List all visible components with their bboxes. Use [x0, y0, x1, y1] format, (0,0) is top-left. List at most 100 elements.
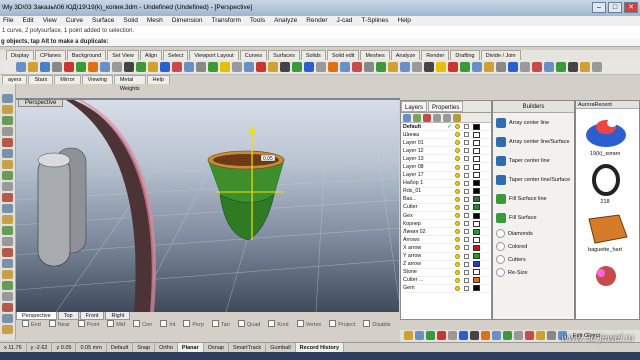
toolbar-tool-icon[interactable] — [508, 62, 518, 72]
layer-color-swatch[interactable] — [473, 204, 480, 211]
toolbar-tool-icon[interactable] — [376, 62, 386, 72]
lock-icon[interactable] — [464, 140, 469, 146]
toolbar-tool-icon[interactable] — [220, 62, 230, 72]
visibility-bulb-icon[interactable] — [455, 204, 460, 210]
toolbar-tool-icon[interactable] — [148, 62, 158, 72]
new-layer-icon[interactable] — [403, 114, 411, 122]
toolbox-tool-icon[interactable] — [2, 303, 13, 312]
toolbar-tool-icon[interactable] — [400, 62, 410, 72]
layer-color-swatch[interactable] — [473, 131, 480, 138]
toolbox-tool-icon[interactable] — [2, 182, 13, 191]
lock-icon[interactable] — [464, 188, 469, 194]
command-prompt[interactable]: g objects, tap Alt to make a duplicate: — [0, 38, 640, 47]
layer-color-swatch[interactable] — [473, 269, 480, 276]
osnap-point[interactable]: Point — [78, 320, 100, 330]
toolbar-tool-icon[interactable] — [40, 62, 50, 72]
toolbox-tool-icon[interactable] — [2, 292, 13, 301]
layer-color-swatch[interactable] — [473, 220, 480, 227]
bottom-tool-icon[interactable] — [437, 331, 446, 340]
visibility-bulb-icon[interactable] — [455, 148, 460, 154]
left-tab[interactable]: Mirror — [54, 75, 81, 84]
toolbar-tab[interactable]: Curves — [239, 50, 268, 60]
toolbar-tool-icon[interactable] — [532, 62, 542, 72]
toolbar-tool-icon[interactable] — [568, 62, 578, 72]
layer-color-swatch[interactable] — [473, 261, 480, 268]
visibility-bulb-icon[interactable] — [455, 237, 460, 243]
move-up-icon[interactable] — [433, 114, 441, 122]
toolbar-tab[interactable]: Background — [66, 50, 107, 60]
toolbar-tool-icon[interactable] — [424, 62, 434, 72]
menu-item-t-splines[interactable]: T-Splines — [361, 16, 388, 26]
bottom-tool-icon[interactable] — [404, 331, 413, 340]
status-item[interactable]: Gumball — [266, 343, 296, 352]
toolbar-tool-icon[interactable] — [544, 62, 554, 72]
toolbar-tab[interactable]: Select — [163, 50, 189, 60]
bottom-tool-icon[interactable] — [481, 331, 490, 340]
status-item[interactable]: Planar — [177, 343, 204, 352]
builder-item[interactable]: Fill Surface — [493, 208, 574, 227]
lock-icon[interactable] — [464, 229, 469, 235]
toolbar-tool-icon[interactable] — [304, 62, 314, 72]
osnap-project[interactable]: Project — [329, 320, 355, 330]
move-down-icon[interactable] — [443, 114, 451, 122]
layer-color-swatch[interactable] — [473, 180, 480, 187]
toolbar-tool-icon[interactable] — [28, 62, 38, 72]
layer-color-swatch[interactable] — [473, 253, 480, 260]
toolbox-tool-icon[interactable] — [2, 127, 13, 136]
osnap-quad[interactable]: Quad — [238, 320, 260, 330]
toolbar-tool-icon[interactable] — [316, 62, 326, 72]
lock-icon[interactable] — [464, 180, 469, 186]
lock-icon[interactable] — [464, 164, 469, 170]
toolbox-tool-icon[interactable] — [2, 248, 13, 257]
lock-icon[interactable] — [464, 213, 469, 219]
visibility-bulb-icon[interactable] — [455, 164, 460, 170]
lock-icon[interactable] — [464, 196, 469, 202]
toolbar-tool-icon[interactable] — [292, 62, 302, 72]
toolbox-tool-icon[interactable] — [2, 325, 13, 334]
lock-icon[interactable] — [464, 156, 469, 162]
toolbar-tool-icon[interactable] — [4, 62, 14, 72]
menu-item-curve[interactable]: Curve — [66, 16, 83, 26]
osnap-cen[interactable]: Cen — [133, 320, 152, 330]
menu-item-analyze[interactable]: Analyze — [274, 16, 297, 26]
toolbox-tool-icon[interactable] — [2, 160, 13, 169]
close-button[interactable]: ✕ — [624, 2, 638, 13]
toolbar-tab[interactable]: Viewport Layout — [189, 50, 239, 60]
left-tab[interactable]: Viewing — [81, 75, 113, 84]
gem-tool-item[interactable]: Diamonds — [493, 227, 574, 240]
bottom-tool-icon[interactable] — [525, 331, 534, 340]
toolbox-tool-icon[interactable] — [2, 105, 13, 114]
toolbox-tool-icon[interactable] — [2, 149, 13, 158]
menu-item-render[interactable]: Render — [306, 16, 327, 26]
recent-thumb-chain[interactable] — [579, 161, 633, 199]
menu-item-j-cad[interactable]: J-cad — [337, 16, 353, 26]
toolbox-tool-icon[interactable] — [2, 204, 13, 213]
visibility-bulb-icon[interactable] — [455, 180, 460, 186]
toolbox-tool-icon[interactable] — [2, 193, 13, 202]
toolbar-tool-icon[interactable] — [484, 62, 494, 72]
toolbar-tab[interactable]: Solids — [300, 50, 326, 60]
builder-item[interactable]: Taper center line/Surface — [493, 170, 574, 189]
layer-color-swatch[interactable] — [473, 228, 480, 235]
maximize-button[interactable]: □ — [608, 2, 622, 13]
status-item[interactable]: SmartTrack — [229, 343, 267, 352]
status-item[interactable]: Record History — [295, 343, 345, 352]
menu-item-solid[interactable]: Solid — [123, 16, 137, 26]
gem-tool-item[interactable]: Cutters — [493, 253, 574, 266]
toolbar-tool-icon[interactable] — [460, 62, 470, 72]
layer-color-swatch[interactable] — [473, 164, 480, 171]
viewport-tab-right[interactable]: Right — [105, 312, 131, 320]
toolbar-tool-icon[interactable] — [328, 62, 338, 72]
lock-icon[interactable] — [464, 277, 469, 283]
visibility-bulb-icon[interactable] — [455, 245, 460, 251]
toolbar-tool-icon[interactable] — [280, 62, 290, 72]
delete-layer-icon[interactable] — [423, 114, 431, 122]
lock-icon[interactable] — [464, 269, 469, 275]
menu-item-dimension[interactable]: Dimension — [172, 16, 203, 26]
toolbar-tool-icon[interactable] — [268, 62, 278, 72]
bottom-tool-icon[interactable] — [492, 331, 501, 340]
toolbar-tool-icon[interactable] — [388, 62, 398, 72]
status-item[interactable]: Snap — [133, 343, 156, 352]
recent-thumb-baguette[interactable] — [579, 209, 633, 247]
toolbar-tool-icon[interactable] — [520, 62, 530, 72]
